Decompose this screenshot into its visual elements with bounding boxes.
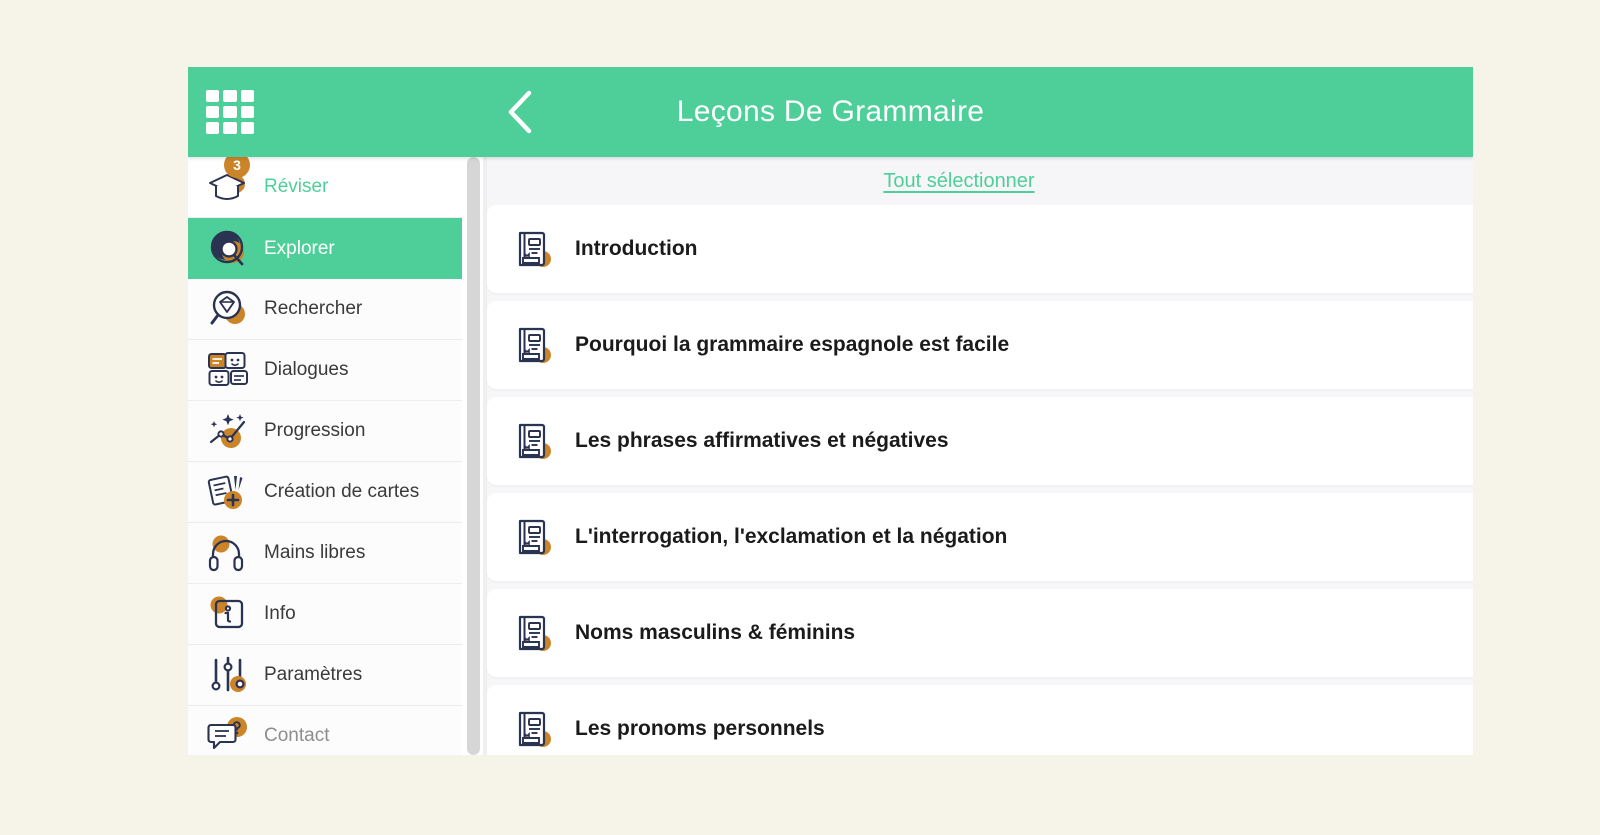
grid-menu-icon[interactable] [206, 90, 254, 134]
book-lesson-icon [509, 609, 557, 657]
chart-sparkle-icon [202, 408, 256, 454]
sidebar-item-reviser[interactable]: 3 Réviser [188, 157, 462, 218]
app-window: Leçons De Grammaire 3 Réviser Explorer R… [188, 67, 1473, 755]
sidebar-item-rechercher[interactable]: Rechercher [188, 279, 462, 340]
grid-cell [223, 90, 237, 102]
back-button[interactable] [498, 85, 542, 139]
sidebar-item-mains-libres[interactable]: Mains libres [188, 523, 462, 584]
lesson-list: Introduction Pourquoi la grammaire espag… [487, 205, 1473, 755]
grid-cell [223, 122, 237, 134]
sidebar: 3 Réviser Explorer Rechercher Dialogues … [188, 157, 462, 755]
book-lesson-icon [509, 705, 557, 753]
scrollbar-thumb[interactable] [467, 157, 480, 755]
grid-cell [240, 122, 254, 134]
sidebar-item-label: Info [264, 603, 296, 624]
grid-cell [206, 90, 220, 102]
sliders-icon [202, 652, 256, 698]
sidebar-item-label: Contact [264, 725, 330, 746]
sidebar-item-dialogues[interactable]: Dialogues [188, 340, 462, 401]
sidebar-item-explorer[interactable]: Explorer [188, 218, 462, 279]
lesson-row[interactable]: L'interrogation, l'exclamation et la nég… [487, 493, 1473, 581]
sidebar-item-label: Dialogues [264, 359, 349, 380]
book-lesson-icon [509, 225, 557, 273]
sidebar-item-label: Progression [264, 420, 366, 441]
card-plus-icon [202, 469, 256, 515]
grid-cell [223, 106, 237, 118]
lesson-row[interactable]: Pourquoi la grammaire espagnole est faci… [487, 301, 1473, 389]
grid-cell [206, 122, 220, 134]
lesson-row[interactable]: Les phrases affirmatives et négatives [487, 397, 1473, 485]
lesson-row[interactable]: Introduction [487, 205, 1473, 293]
sidebar-item-label: Explorer [264, 237, 335, 259]
sidebar-item-label: Réviser [264, 176, 329, 197]
magnifier-gem-icon [202, 286, 256, 332]
lesson-list-panel: Tout sélectionner Introduction Pourquoi … [487, 157, 1473, 755]
lesson-title: Les phrases affirmatives et négatives [575, 429, 949, 452]
sidebar-scrollbar[interactable] [462, 157, 487, 755]
app-body: 3 Réviser Explorer Rechercher Dialogues … [188, 157, 1473, 755]
sidebar-item-info[interactable]: Info [188, 584, 462, 645]
sidebar-item-label: Paramètres [264, 664, 363, 685]
lesson-title: Pourquoi la grammaire espagnole est faci… [575, 333, 1010, 356]
sidebar-item-creation-de-cartes[interactable]: Création de cartes [188, 462, 462, 523]
explore-search-icon [202, 226, 256, 272]
sidebar-item-label: Création de cartes [264, 481, 420, 502]
chat-question-icon [202, 713, 256, 755]
lesson-row[interactable]: Noms masculins & féminins [487, 589, 1473, 677]
sidebar-item-label: Mains libres [264, 542, 366, 563]
grid-cell [240, 90, 254, 102]
page-title: Leçons De Grammaire [676, 95, 985, 128]
lesson-title: L'interrogation, l'exclamation et la nég… [575, 525, 1008, 548]
lesson-title: Introduction [575, 237, 698, 260]
info-square-icon [202, 591, 256, 637]
lesson-title: Noms masculins & féminins [575, 621, 856, 644]
book-lesson-icon [509, 417, 557, 465]
graduation-cap-icon: 3 [202, 157, 256, 210]
lesson-row[interactable]: Les pronoms personnels [487, 685, 1473, 755]
sidebar-item-parametres[interactable]: Paramètres [188, 645, 462, 706]
headphones-icon [202, 530, 256, 576]
book-lesson-icon [509, 321, 557, 369]
select-all-bar: Tout sélectionner [487, 157, 1473, 205]
chat-faces-icon [202, 347, 256, 393]
chevron-left-icon [503, 87, 537, 137]
sidebar-item-progression[interactable]: Progression [188, 401, 462, 462]
sidebar-item-contact[interactable]: Contact [188, 706, 462, 755]
app-header: Leçons De Grammaire [188, 67, 1473, 157]
grid-cell [240, 106, 254, 118]
grid-cell [206, 106, 220, 118]
lesson-title: Les pronoms personnels [575, 717, 825, 740]
book-lesson-icon [509, 513, 557, 561]
sidebar-item-label: Rechercher [264, 298, 363, 319]
select-all-link[interactable]: Tout sélectionner [883, 170, 1076, 193]
